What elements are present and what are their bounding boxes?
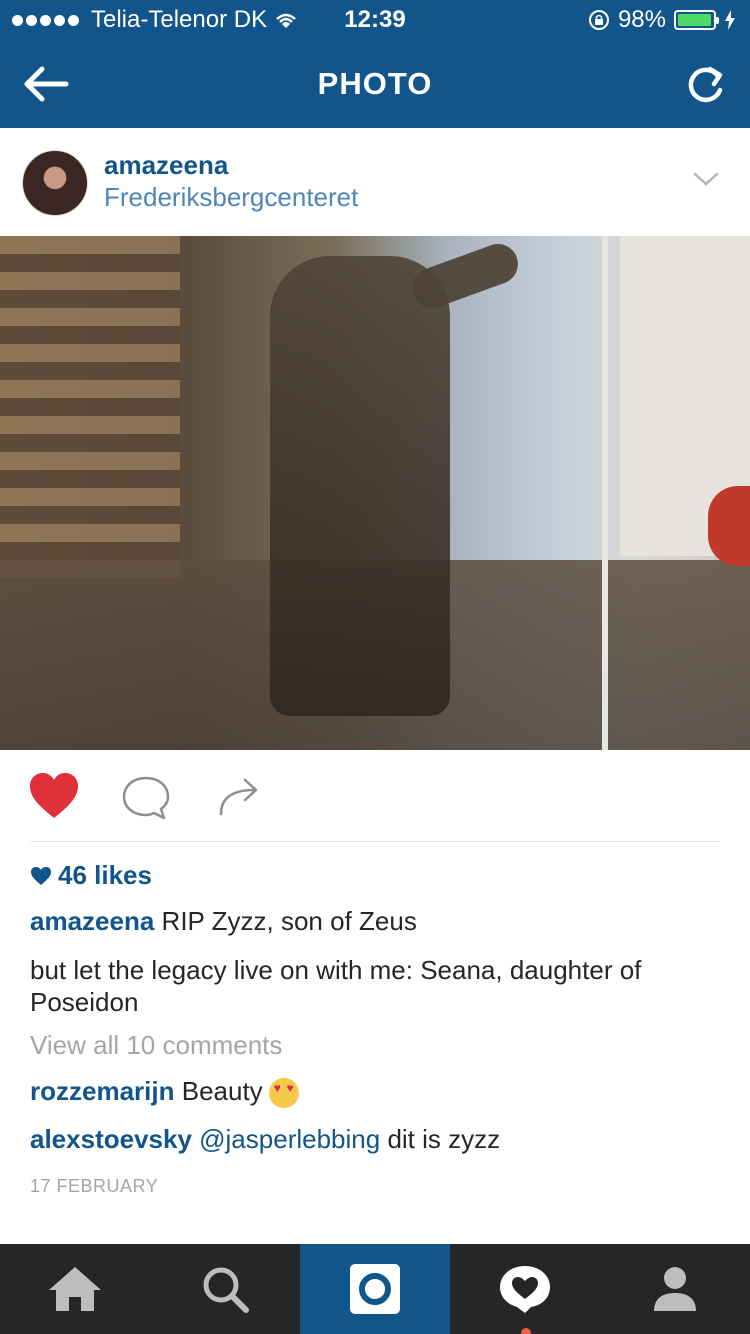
top-nav-bar: PHOTO bbox=[0, 40, 750, 128]
profile-icon bbox=[654, 1267, 696, 1311]
comment-icon[interactable] bbox=[120, 774, 172, 822]
divider bbox=[30, 841, 720, 842]
orientation-lock-icon bbox=[588, 10, 609, 30]
tab-activity[interactable] bbox=[450, 1244, 600, 1334]
likes-heart-icon bbox=[31, 866, 51, 885]
activity-icon bbox=[500, 1266, 550, 1313]
tab-search[interactable] bbox=[150, 1244, 300, 1334]
post-date: 17 FEBRUARY bbox=[30, 1176, 159, 1196]
post-caption: amazeena RIP Zyzz, son of Zeus bbox=[30, 906, 720, 937]
post-header: amazeena Frederiksbergcenteret bbox=[0, 128, 750, 236]
share-icon[interactable] bbox=[216, 772, 262, 818]
post-username[interactable]: amazeena bbox=[104, 150, 228, 181]
tab-profile[interactable] bbox=[600, 1244, 750, 1334]
activity-notification-dot bbox=[521, 1328, 531, 1334]
refresh-icon[interactable] bbox=[682, 60, 730, 108]
likes-label: 46 likes bbox=[58, 860, 152, 890]
tab-camera[interactable] bbox=[300, 1244, 450, 1334]
caption-text: RIP Zyzz, son of Zeus bbox=[161, 906, 417, 936]
status-bar: Telia-Telenor DK 12:39 98% bbox=[0, 0, 750, 40]
comment-mention[interactable]: @jasperlebbing bbox=[199, 1124, 380, 1154]
photo-stairs bbox=[0, 236, 180, 586]
comment-item: alexstoevsky @jasperlebbing dit is zyzz bbox=[30, 1124, 500, 1155]
battery-percent: 98% bbox=[617, 6, 666, 33]
status-right: 98% bbox=[588, 6, 736, 34]
comment-item: rozzemarijn Beauty bbox=[30, 1076, 299, 1109]
avatar[interactable] bbox=[22, 150, 88, 216]
comment-username[interactable]: rozzemarijn bbox=[30, 1076, 175, 1106]
bottom-tab-bar bbox=[0, 1244, 750, 1334]
chevron-down-icon[interactable] bbox=[692, 168, 720, 190]
page-title: PHOTO bbox=[317, 66, 433, 101]
post-photo[interactable] bbox=[0, 236, 750, 750]
home-icon bbox=[49, 1267, 101, 1311]
photo-door-frame bbox=[602, 236, 608, 750]
comment-text: dit is zyzz bbox=[387, 1124, 501, 1154]
caption-username[interactable]: amazeena bbox=[30, 906, 154, 936]
post-location[interactable]: Frederiksbergcenteret bbox=[104, 182, 358, 213]
camera-icon bbox=[350, 1264, 400, 1314]
comment-username[interactable]: alexstoevsky bbox=[30, 1124, 192, 1154]
caption-continued: but let the legacy live on with me: Sean… bbox=[30, 955, 642, 1017]
post-actions bbox=[0, 750, 750, 842]
search-icon bbox=[203, 1267, 249, 1313]
charging-bolt-icon bbox=[725, 10, 735, 30]
tab-home[interactable] bbox=[0, 1244, 150, 1334]
battery-icon bbox=[674, 10, 719, 30]
heart-icon[interactable] bbox=[28, 772, 80, 820]
view-all-comments-link[interactable]: View all 10 comments bbox=[30, 1030, 282, 1061]
likes-count[interactable]: 46 likes bbox=[30, 860, 152, 891]
photo-figure bbox=[270, 256, 450, 716]
comment-text: Beauty bbox=[181, 1076, 263, 1106]
heart-eyes-emoji-icon bbox=[268, 1078, 299, 1109]
photo-red-sign bbox=[708, 486, 750, 566]
